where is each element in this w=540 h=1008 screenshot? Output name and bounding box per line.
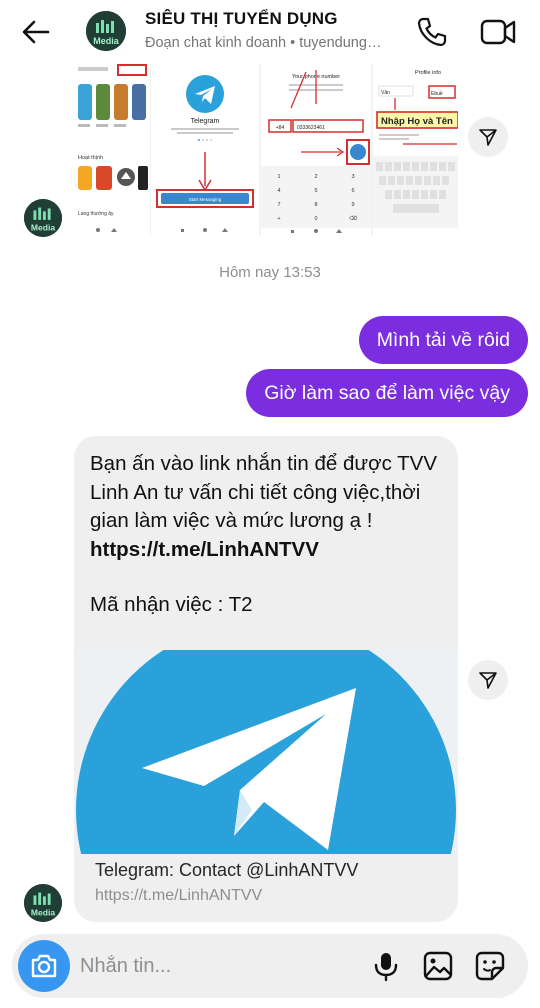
avatar[interactable]: Media	[24, 199, 62, 237]
phone-icon[interactable]	[414, 14, 450, 50]
screenshot-profile-info: Profile info Văn Ebuề Nhập Họ và Tên	[373, 64, 458, 236]
shared-screenshots[interactable]: Hoạt thịnh Lang thường ây Telegram Start…	[74, 64, 458, 236]
page-title[interactable]: SIÊU THỊ TUYỂN DỤNG	[145, 9, 338, 29]
screenshot-overlay-text: Nhập Họ và Tên	[381, 116, 453, 127]
chat-header: Media SIÊU THỊ TUYỂN DỤNG Đoạn chat kinh…	[0, 0, 540, 64]
incoming-message[interactable]: Bạn ấn vào link nhắn tin để được TVV Lin…	[74, 436, 458, 922]
avatar[interactable]: Media	[24, 884, 62, 922]
incoming-message-text: Bạn ấn vào link nhắn tin để được TVV Lin…	[90, 450, 442, 620]
screenshot-country-code: +84	[276, 125, 285, 131]
keypad-key: 0	[314, 216, 317, 222]
keypad-key: 3	[351, 174, 354, 180]
screenshot-section-label: Hoạt thịnh	[78, 155, 103, 161]
share-button[interactable]	[468, 660, 508, 700]
message-composer	[12, 934, 528, 998]
link-preview-url[interactable]: https://t.me/LinhANTVV	[95, 887, 262, 905]
link-preview-image[interactable]	[74, 650, 458, 854]
microphone-icon[interactable]	[370, 950, 402, 982]
avatar-label: Media	[31, 907, 55, 917]
screenshot-phone-number: Your phone number +84 0333623461 1 2 3 4…	[261, 64, 371, 236]
keypad-key: 2	[314, 174, 317, 180]
header-subtitle: Đoạn chat kinh doanh • tuyendung…	[145, 35, 382, 51]
sticker-icon[interactable]	[474, 950, 506, 982]
avatar-label: Media	[31, 222, 55, 232]
telegram-logo-icon	[74, 650, 458, 854]
send-icon	[479, 672, 497, 689]
outgoing-message[interactable]: Mình tải về rôid	[358, 316, 528, 364]
keypad-key: 5	[314, 188, 317, 194]
screenshot-first-name: Văn	[381, 90, 390, 96]
keypad-key: 6	[351, 188, 354, 194]
back-arrow-icon[interactable]	[18, 14, 54, 50]
avatar[interactable]: Media	[86, 11, 126, 51]
keypad-key: 1	[277, 174, 280, 180]
camera-button[interactable]	[18, 940, 70, 992]
screenshot-app-store: Hoạt thịnh Lang thường ây	[74, 64, 150, 236]
message-input[interactable]	[80, 950, 350, 982]
message-link[interactable]: https://t.me/LinhANTVV	[90, 536, 442, 565]
job-code: Mã nhận việc : T2	[90, 593, 253, 616]
keypad-key: ⌫	[349, 215, 358, 222]
screenshot-phone-value: 0333623461	[297, 125, 325, 131]
keypad-key: 9	[351, 202, 354, 208]
send-icon	[479, 129, 497, 146]
screenshot-telegram-welcome: Telegram Start Messaging	[151, 64, 259, 236]
timestamp: Hôm nay 13:53	[219, 264, 321, 281]
message-body: Bạn ấn vào link nhắn tin để được TVV Lin…	[90, 452, 438, 532]
screenshot-start-button: Start Messaging	[189, 197, 222, 202]
link-preview-title[interactable]: Telegram: Contact @LinhANTVV	[95, 860, 358, 881]
share-button[interactable]	[468, 117, 508, 157]
keypad-key: +	[277, 216, 280, 222]
screenshot-section-label-2: Lang thường ây	[78, 211, 114, 217]
keypad-key: 8	[314, 202, 317, 208]
outgoing-message[interactable]: Giờ làm sao để làm việc vậy	[246, 369, 528, 417]
camera-icon	[31, 954, 57, 978]
screenshot-app-name: Telegram	[191, 118, 220, 125]
gallery-icon[interactable]	[422, 950, 454, 982]
screenshot-profile-title: Profile info	[415, 70, 441, 76]
keypad-key: 7	[277, 202, 280, 208]
video-camera-icon[interactable]	[478, 14, 518, 50]
screenshot-last-name: Ebuề	[431, 91, 443, 97]
keypad-key: 4	[277, 188, 280, 194]
avatar-label: Media	[93, 36, 120, 46]
